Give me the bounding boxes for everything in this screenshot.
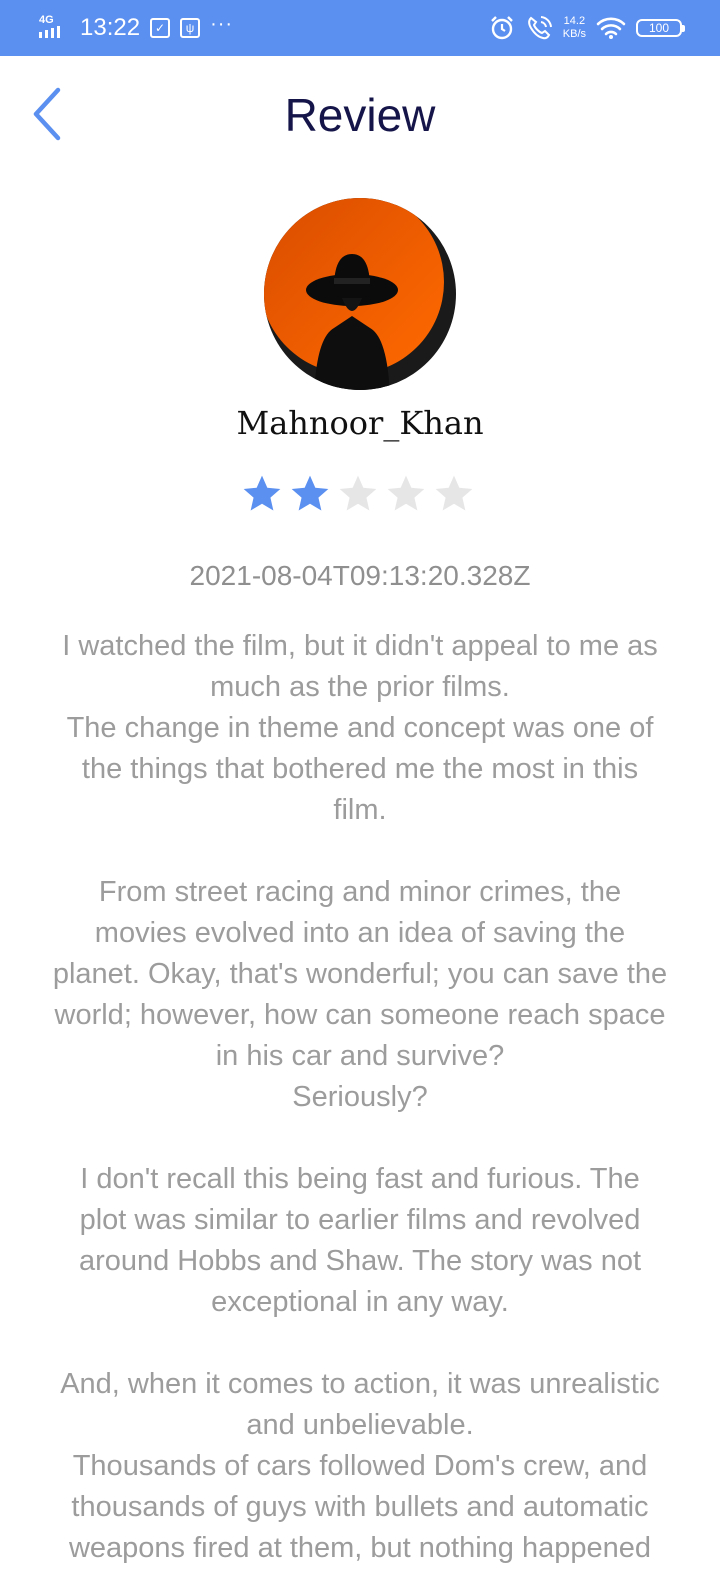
review-line: I don't recall this being fast and furio… (80, 1163, 640, 1195)
rating-stars (240, 472, 480, 516)
header: Review (0, 56, 720, 166)
review-line: movies evolved into an idea of saving th… (94, 917, 626, 949)
network-type: 4G (39, 14, 54, 26)
review-line: in his car and survive? (215, 1040, 505, 1072)
star-empty-icon (387, 475, 425, 511)
usb-icon: ψ (180, 18, 201, 38)
clock: 13:22 (80, 14, 141, 41)
alarm-icon (490, 16, 513, 40)
battery-icon: 100 (636, 19, 685, 37)
network-speed: 14.2 KB/s (562, 15, 586, 40)
checklist-icon: ✓ (150, 18, 171, 38)
star-filled-icon (243, 475, 281, 511)
review-text: I watched the film, but it didn't appeal… (20, 626, 700, 1569)
review-line: From street racing and minor crimes, the (98, 876, 622, 908)
review-line: around Hobbs and Shaw. The story was not (78, 1245, 642, 1277)
cellular-signal-icon: 4G (38, 14, 70, 40)
review-line: planet. Okay, that's wonderful; you can … (52, 958, 668, 990)
wifi-calling-icon (527, 16, 552, 40)
review-line: thousands of guys with bullets and autom… (71, 1491, 649, 1523)
review-line: plot was similar to earlier films and re… (79, 1204, 641, 1236)
review-line: much as the prior films. (210, 671, 510, 703)
review-line: exceptional in any way. (211, 1286, 509, 1318)
review-line: film. (333, 794, 387, 826)
star-empty-icon (339, 475, 377, 511)
avatar (264, 198, 456, 390)
review-line: And, when it comes to action, it was unr… (60, 1368, 660, 1400)
review-timestamp: 2021-08-04T09:13:20.328Z (189, 560, 531, 591)
review-line: The change in theme and concept was one … (66, 712, 654, 744)
wifi-icon (596, 17, 626, 39)
battery-level: 100 (648, 21, 670, 35)
status-bar: 4G 13:22 ✓ ψ ··· 14.2 KB/s 100 (0, 0, 720, 56)
review-line: and unbelievable. (246, 1409, 474, 1441)
review-line: weapons fired at them, but nothing happe… (68, 1532, 652, 1564)
star-empty-icon (435, 475, 473, 511)
more-notifications-icon: ··· (210, 12, 234, 35)
reviewer-username: Mahnoor_Khan (236, 404, 484, 442)
review-line: Seriously? (292, 1081, 428, 1113)
review-line: I watched the film, but it didn't appeal… (62, 630, 658, 662)
review-line: world; however, how can someone reach sp… (54, 999, 666, 1031)
review-line: the things that bothered me the most in … (81, 753, 639, 785)
star-filled-icon (291, 475, 329, 511)
review-line: Thousands of cars followed Dom's crew, a… (72, 1450, 648, 1482)
page-title: Review (284, 89, 436, 141)
